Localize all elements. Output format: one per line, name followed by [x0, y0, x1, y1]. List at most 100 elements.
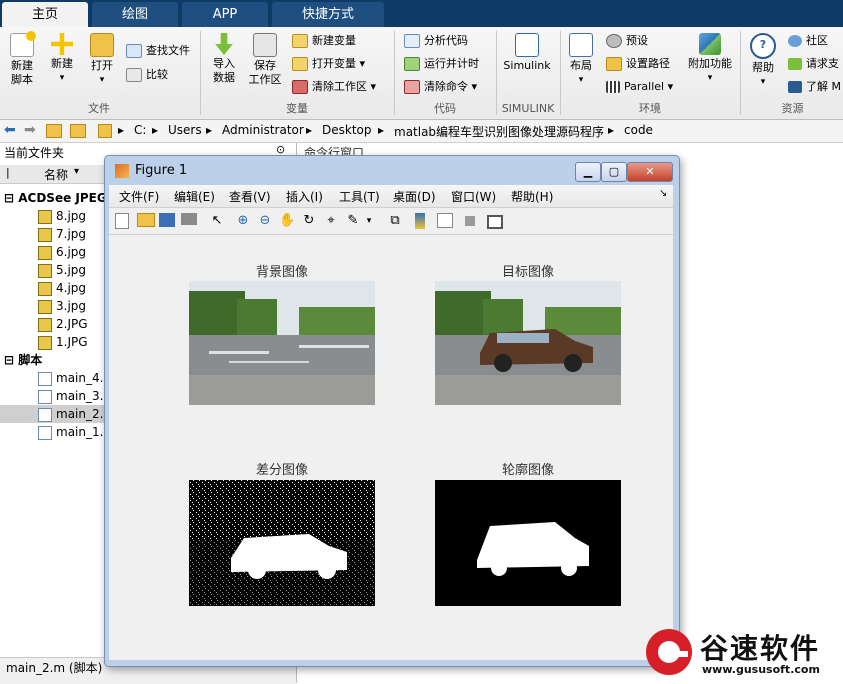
tab-plots[interactable]: 绘图 — [92, 2, 178, 27]
layout-button[interactable]: 布局 ▾ — [564, 33, 598, 87]
breadcrumb-desktop[interactable]: Desktop — [322, 123, 372, 137]
jpg-file-icon — [38, 335, 52, 350]
new-variable-icon — [292, 34, 308, 48]
dock-arrow-icon[interactable]: ↘ — [659, 188, 667, 199]
back-arrow-icon[interactable]: ⬅ — [4, 122, 16, 138]
forward-arrow-icon[interactable]: ➡ — [24, 122, 36, 138]
zoom-in-icon[interactable]: ⊕ — [235, 213, 251, 229]
menu-file[interactable]: 文件(F) — [119, 188, 159, 205]
subplot-title-background: 背景图像 — [255, 265, 308, 280]
set-path-button[interactable]: 设置路径 — [606, 56, 670, 72]
figure-canvas[interactable]: 背景图像 目标图像 差分图像 轮廓图像 — [109, 235, 673, 660]
ribbon-toolstrip: 新建 脚本 新建 ▾ 打开 ▾ 查找文件 比较 文件 导入 数据 保存 工作区 … — [0, 27, 843, 120]
menu-edit[interactable]: 编辑(E) — [174, 188, 215, 205]
group-divider — [496, 31, 497, 115]
open-button[interactable]: 打开 ▾ — [86, 33, 118, 87]
clear-workspace-button[interactable]: 清除工作区 ▾ — [292, 79, 376, 95]
clear-commands-button[interactable]: 清除命令 ▾ — [404, 79, 477, 95]
import-arrow-icon — [215, 33, 233, 55]
request-support-button[interactable]: 请求支 — [788, 56, 839, 72]
breadcrumb-sep: ▸ — [378, 123, 385, 137]
folder-icon — [98, 124, 112, 138]
brush-icon[interactable]: ✎ — [345, 213, 361, 229]
jpg-file-icon — [38, 227, 52, 242]
breadcrumb-drive[interactable]: C: — [134, 123, 146, 137]
compare-icon — [126, 68, 142, 82]
simulink-icon — [515, 33, 539, 57]
new-script-button[interactable]: 新建 脚本 — [4, 31, 40, 87]
pan-hand-icon[interactable]: ✋ — [279, 213, 295, 229]
simulink-label: Simulink — [503, 59, 551, 72]
new-figure-icon[interactable] — [115, 213, 129, 229]
data-cursor-icon[interactable]: ⌖ — [323, 213, 339, 229]
menu-view[interactable]: 查看(V) — [229, 188, 271, 205]
open-variable-button[interactable]: 打开变量 ▾ — [292, 56, 365, 72]
find-files-button[interactable]: 查找文件 — [126, 43, 190, 59]
import-data-button[interactable]: 导入 数据 — [206, 33, 242, 85]
rotate-3d-icon[interactable]: ↻ — [301, 213, 317, 229]
minimize-button[interactable]: ▁ — [575, 162, 601, 182]
new-button[interactable]: 新建 ▾ — [46, 33, 78, 85]
menu-window[interactable]: 窗口(W) — [451, 188, 496, 205]
pointer-icon[interactable]: ↖ — [209, 213, 225, 229]
group-label-file: 文件 — [88, 102, 110, 115]
tab-home[interactable]: 主页 — [2, 2, 88, 27]
link-plot-icon[interactable]: ⧉ — [387, 213, 403, 229]
save-workspace-button[interactable]: 保存 工作区 — [246, 33, 284, 87]
up-folder-icon[interactable] — [46, 124, 62, 138]
breadcrumb-sep: ▸ — [152, 123, 159, 137]
open-variable-label: 打开变量 — [312, 57, 356, 70]
breadcrumb-administrator[interactable]: Administrator — [222, 123, 304, 137]
breadcrumb-sep: ▸ — [206, 123, 213, 137]
legend-icon[interactable] — [437, 213, 453, 228]
chevron-down-icon[interactable]: ▾ — [361, 213, 377, 229]
browse-folder-icon[interactable] — [70, 124, 86, 138]
learn-matlab-button[interactable]: 了解 M — [788, 79, 841, 95]
simulink-button[interactable]: Simulink — [500, 33, 554, 73]
menu-desktop[interactable]: 桌面(D) — [393, 188, 436, 205]
add-ons-button[interactable]: 附加功能 ▾ — [686, 33, 734, 85]
brand-logo-icon — [646, 629, 692, 675]
dock-figure-icon[interactable] — [487, 215, 503, 229]
tab-shortcuts[interactable]: 快捷方式 — [272, 2, 384, 27]
figure-title-bar[interactable]: Figure 1 ▁ ▢ ✕ — [113, 160, 673, 182]
figure-window[interactable]: Figure 1 ▁ ▢ ✕ 文件(F) 编辑(E) 查看(V) 插入(I) 工… — [104, 155, 680, 667]
open-variable-icon — [292, 57, 308, 71]
open-file-icon[interactable] — [137, 213, 155, 227]
address-bar: ⬅ ➡ ▸ C: ▸ Users ▸ Administrator ▸ Deskt… — [0, 120, 843, 143]
column-header-name: 名称 — [44, 168, 69, 182]
save-icon[interactable] — [159, 213, 175, 227]
zoom-out-icon[interactable]: ⊖ — [257, 213, 273, 229]
colorbar-icon[interactable] — [415, 213, 425, 229]
tab-apps[interactable]: APP — [182, 2, 268, 27]
panel-title: 当前文件夹 — [4, 146, 65, 160]
preferences-button[interactable]: 预设 — [606, 33, 648, 49]
breadcrumb-users[interactable]: Users — [168, 123, 202, 137]
subplot-title-contour: 轮廓图像 — [501, 463, 554, 478]
run-and-time-button[interactable]: 运行并计时 — [404, 56, 479, 72]
menu-tools[interactable]: 工具(T) — [339, 188, 380, 205]
maximize-button[interactable]: ▢ — [601, 162, 627, 182]
parallel-label: Parallel — [624, 80, 665, 93]
column-header-sort-icon: | — [6, 166, 10, 179]
hide-tools-icon[interactable] — [465, 216, 475, 226]
breadcrumb-code[interactable]: code — [624, 123, 653, 137]
jpg-file-icon — [38, 263, 52, 278]
target-image — [435, 281, 621, 405]
m-file-icon — [38, 389, 52, 404]
community-button[interactable]: 社区 — [788, 33, 828, 49]
plus-icon — [51, 33, 73, 55]
menu-help[interactable]: 帮助(H) — [511, 188, 553, 205]
group-divider — [560, 31, 561, 115]
analyze-code-button[interactable]: 分析代码 — [404, 33, 468, 49]
parallel-button[interactable]: Parallel ▾ — [606, 79, 673, 95]
add-ons-label: 附加功能 — [688, 57, 732, 70]
menu-insert[interactable]: 插入(I) — [286, 188, 323, 205]
breadcrumb-project[interactable]: matlab编程车型识别图像处理源码程序 — [394, 123, 604, 140]
compare-button[interactable]: 比较 — [126, 67, 168, 83]
help-button[interactable]: ? 帮助 ▾ — [746, 33, 780, 89]
print-icon[interactable] — [181, 213, 197, 225]
close-button[interactable]: ✕ — [627, 162, 673, 182]
new-variable-button[interactable]: 新建变量 — [292, 33, 356, 49]
community-icon — [788, 35, 802, 47]
